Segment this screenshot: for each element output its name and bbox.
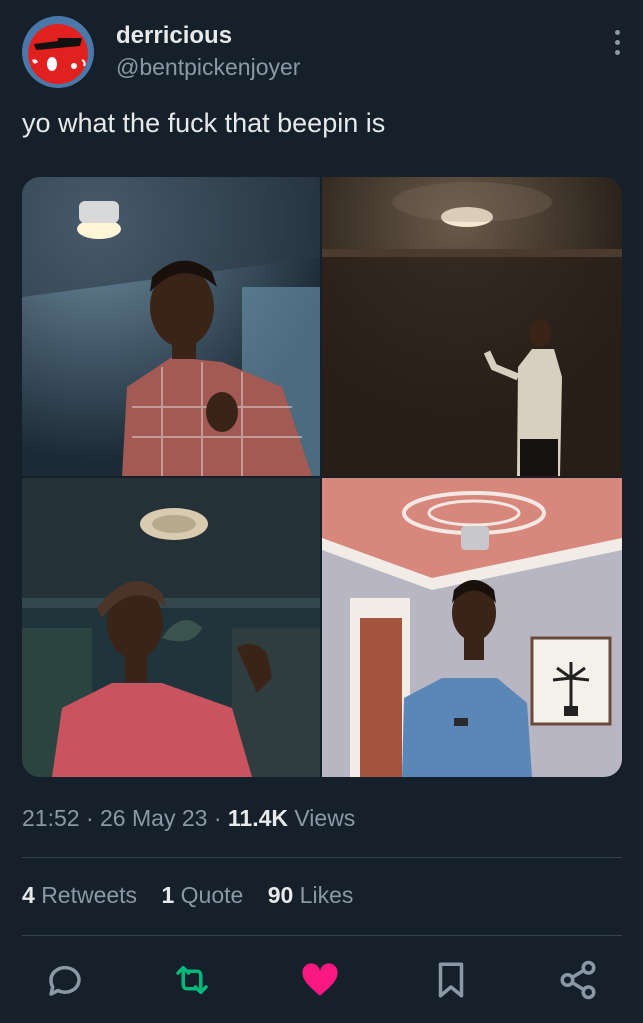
divider <box>22 857 622 858</box>
media-image-3[interactable] <box>22 478 320 777</box>
retweets-count: 4 <box>22 882 35 908</box>
share-icon[interactable] <box>557 959 599 1001</box>
likes-count: 90 <box>267 882 294 908</box>
reply-icon[interactable] <box>44 959 86 1001</box>
views-label: Views <box>294 805 356 831</box>
tweet-text: yo what the fuck that beepin is <box>22 108 386 138</box>
media-image-4[interactable] <box>322 478 622 777</box>
retweets-label: Retweets <box>41 882 138 908</box>
tweet-header: derricious @bentpickenjoyer <box>22 16 622 88</box>
tweet-time[interactable]: 21:52 <box>22 805 80 831</box>
likes-stat[interactable]: 90 Likes <box>268 882 354 908</box>
display-name[interactable]: derricious <box>116 22 232 50</box>
quotes-stat[interactable]: 1 Quote <box>161 882 249 908</box>
divider <box>22 935 622 936</box>
quotes-count: 1 <box>161 882 175 908</box>
meta-separator: · <box>85 805 94 831</box>
meta-separator: · <box>213 805 222 831</box>
retweet-icon[interactable] <box>171 959 213 1001</box>
action-bar <box>22 955 622 1005</box>
quotes-label: Quote <box>180 882 244 908</box>
user-handle[interactable]: @bentpickenjoyer <box>116 54 300 81</box>
like-icon[interactable] <box>299 959 341 1001</box>
tweet-date[interactable]: 26 May 23 <box>100 805 207 831</box>
media-grid <box>22 177 622 777</box>
engagement-stats: 4 Retweets 1 Quote 90 Likes <box>22 882 371 909</box>
views-count: 11.4K <box>227 805 288 831</box>
media-image-1[interactable] <box>22 177 320 476</box>
media-image-2[interactable] <box>322 177 622 476</box>
bookmark-icon[interactable] <box>430 959 472 1001</box>
retweets-stat[interactable]: 4 Retweets <box>22 882 143 908</box>
tweet-meta: 21:52 · 26 May 23 · 11.4K Views <box>22 805 355 832</box>
likes-label: Likes <box>299 882 354 908</box>
avatar[interactable] <box>22 16 94 88</box>
more-options-icon[interactable] <box>614 30 622 60</box>
